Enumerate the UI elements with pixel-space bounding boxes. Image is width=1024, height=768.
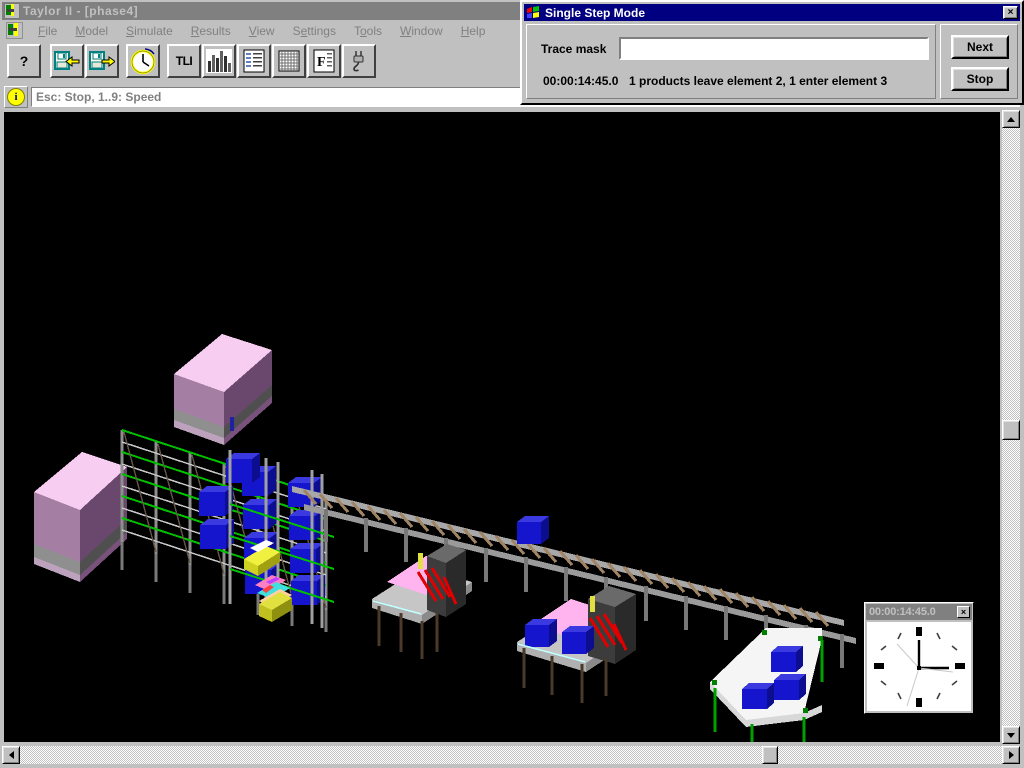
close-icon[interactable]: × bbox=[957, 606, 970, 618]
clock-button[interactable] bbox=[126, 44, 160, 78]
dialog-title-bar[interactable]: Single Step Mode × bbox=[524, 4, 1020, 21]
save-model-button[interactable] bbox=[85, 44, 119, 78]
plug-icon bbox=[353, 51, 364, 72]
scroll-left-button[interactable] bbox=[2, 746, 20, 764]
menu-item-help[interactable]: Help bbox=[452, 22, 495, 40]
clock-time-label: 00:00:14:45.0 bbox=[869, 606, 936, 618]
event-message: 1 products leave element 2, 1 enter elem… bbox=[629, 74, 888, 88]
menu-item-file[interactable]: File bbox=[29, 22, 66, 40]
question-mark-icon: ? bbox=[19, 53, 29, 69]
report-button[interactable] bbox=[237, 44, 271, 78]
info-icon-box: i bbox=[4, 86, 28, 108]
menu-item-settings[interactable]: Settings bbox=[284, 22, 345, 40]
menu-item-simulate[interactable]: Simulate bbox=[117, 22, 182, 40]
bar-chart-button[interactable] bbox=[202, 44, 236, 78]
scroll-down-button[interactable] bbox=[1002, 726, 1020, 744]
dialog-content-panel: Trace mask 00:00:14:45.0 1 products leav… bbox=[526, 24, 936, 99]
clock-window[interactable]: 00:00:14:45.0 × bbox=[864, 602, 974, 714]
clock-icon bbox=[130, 48, 156, 75]
close-icon[interactable]: × bbox=[1003, 6, 1018, 19]
scroll-up-button[interactable] bbox=[1002, 110, 1020, 128]
simulation-scene bbox=[4, 112, 1000, 742]
simulation-3d-canvas[interactable] bbox=[4, 112, 1000, 742]
plug-button[interactable] bbox=[342, 44, 376, 78]
menu-item-results[interactable]: Results bbox=[182, 22, 240, 40]
menu-item-view[interactable]: View bbox=[240, 22, 284, 40]
clock-title-bar[interactable]: 00:00:14:45.0 × bbox=[866, 604, 972, 620]
menu-item-window[interactable]: Window bbox=[391, 22, 452, 40]
scroll-down-arrow bbox=[1007, 732, 1015, 738]
scroll-left-arrow bbox=[8, 751, 14, 759]
font-f-icon: F bbox=[313, 49, 335, 73]
help-button[interactable]: ? bbox=[7, 44, 41, 78]
window-title: Taylor II - [phase4] bbox=[23, 4, 139, 18]
report-list-icon bbox=[243, 49, 265, 73]
document-system-menu-icon[interactable] bbox=[6, 22, 23, 39]
trace-mask-input[interactable] bbox=[619, 37, 929, 60]
horizontal-scroll-thumb[interactable] bbox=[762, 746, 778, 764]
menu-label-file: ile bbox=[45, 23, 58, 38]
tli-button[interactable]: TLI bbox=[167, 44, 201, 78]
load-model-button[interactable] bbox=[50, 44, 84, 78]
scroll-right-arrow bbox=[1008, 751, 1014, 759]
vertical-scrollbar[interactable] bbox=[1002, 110, 1020, 744]
horizontal-scroll-track[interactable] bbox=[20, 746, 1002, 764]
taylor-app-icon bbox=[4, 3, 20, 19]
info-glyph: i bbox=[14, 90, 18, 103]
table-button[interactable] bbox=[272, 44, 306, 78]
floppy-load-icon bbox=[54, 51, 80, 70]
analog-clock-face bbox=[867, 622, 971, 711]
horizontal-scrollbar[interactable] bbox=[2, 746, 1020, 766]
single-step-mode-dialog: Single Step Mode × Trace mask 00:00:14:4… bbox=[520, 0, 1024, 105]
info-icon: i bbox=[7, 88, 25, 106]
scroll-up-arrow bbox=[1007, 116, 1015, 122]
grid-table-icon bbox=[278, 50, 300, 72]
dialog-button-panel: Next Stop bbox=[940, 24, 1018, 99]
scroll-right-button[interactable] bbox=[1002, 746, 1020, 764]
menu-item-model[interactable]: Model bbox=[66, 22, 117, 40]
dialog-body: Trace mask 00:00:14:45.0 1 products leav… bbox=[526, 24, 1018, 101]
vertical-scroll-thumb[interactable] bbox=[1002, 420, 1020, 440]
tli-icon: TLI bbox=[175, 54, 193, 68]
floppy-save-icon bbox=[89, 51, 115, 70]
next-button[interactable]: Next bbox=[951, 35, 1009, 59]
bar-chart-icon bbox=[206, 49, 232, 73]
stop-button[interactable]: Stop bbox=[951, 67, 1009, 91]
dialog-title: Single Step Mode bbox=[545, 5, 646, 20]
status-message: Esc: Stop, 1..9: Speed bbox=[36, 90, 162, 104]
product-on-conveyor bbox=[517, 516, 549, 544]
windows-flag-icon bbox=[526, 6, 541, 19]
simulation-time: 00:00:14:45.0 bbox=[543, 74, 619, 88]
svg-text:F: F bbox=[317, 55, 326, 70]
font-button[interactable]: F bbox=[307, 44, 341, 78]
menu-item-tools[interactable]: Tools bbox=[345, 22, 391, 40]
trace-mask-label: Trace mask bbox=[541, 42, 607, 56]
clock-face-svg bbox=[867, 622, 971, 711]
